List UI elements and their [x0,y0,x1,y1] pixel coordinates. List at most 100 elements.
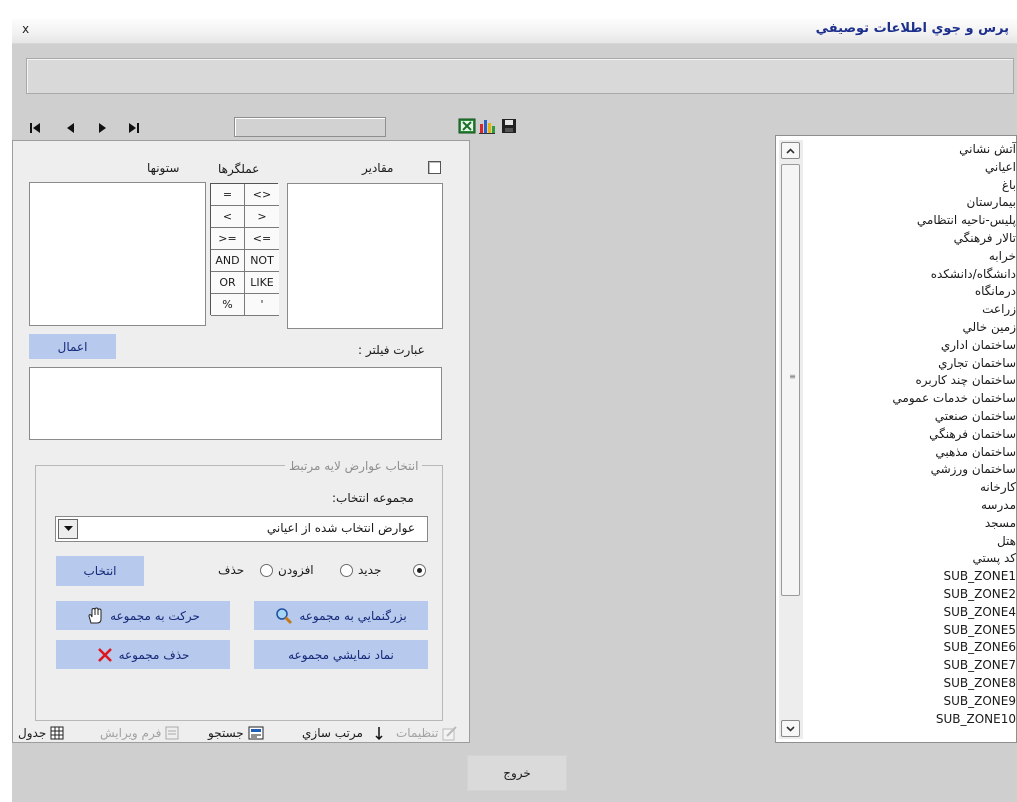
list-item[interactable]: ساختمان فرهنگي [811,426,1016,444]
close-button[interactable]: x [22,22,29,36]
values-checkbox[interactable] [428,161,441,174]
list-item[interactable]: کد پستي [811,550,1017,568]
first-icon [30,123,40,133]
list-item[interactable]: کارخانه [811,479,1016,497]
tab-sort[interactable]: AZ مرتب سازي [302,723,383,743]
operator-not[interactable]: NOT [245,250,279,272]
hand-icon [88,606,102,623]
list-item[interactable]: ساختمان اداري [811,337,1016,355]
tab-table-label: جدول [18,726,47,740]
list-item[interactable]: SUB_ZONE4 [811,604,1017,622]
operator-not-equal[interactable]: <> [245,184,279,206]
list-item[interactable]: درمانگاه [811,283,1016,301]
tab-settings-label: تنظيمات [396,726,439,740]
layer-list-scrollbar[interactable]: ≡ [779,140,803,739]
list-item[interactable]: دانشگاه/دانشکده [811,266,1016,284]
list-item[interactable]: ساختمان مذهبي [811,444,1016,462]
chevron-down-icon [786,725,795,732]
next-icon [99,123,106,133]
operator-equal[interactable]: = [211,184,245,206]
delete-set-button[interactable]: حذف مجموعه [56,640,230,669]
excel-export-button[interactable] [458,117,476,135]
list-item[interactable]: SUB_ZONE2 [811,586,1017,604]
radio-remove[interactable] [260,564,273,577]
tab-settings[interactable]: تنظيمات [396,723,458,743]
columns-list[interactable] [29,182,206,326]
operator-quote[interactable]: ' [245,294,279,316]
operator-less-equal[interactable]: <= [245,228,279,250]
radio-new[interactable] [413,564,426,577]
list-item[interactable]: تالار فرهنگي [811,230,1016,248]
tab-search[interactable]: جستجو [208,723,264,743]
list-item[interactable]: ساختمان صنعتي [811,408,1016,426]
list-item[interactable]: ساختمان خدمات عمومي [811,390,1016,408]
tab-table[interactable]: جدول [18,723,64,743]
message-bar [26,58,1014,94]
set-symbol-button[interactable]: نماد نمايشي مجموعه [254,640,428,669]
list-item[interactable]: SUB_ZONE9 [811,693,1017,711]
operator-and[interactable]: AND [211,250,245,272]
list-item[interactable]: اعياني [811,159,1016,177]
operator-less[interactable]: < [211,206,245,228]
exit-button[interactable]: خروج [467,755,567,791]
list-item[interactable]: SUB_ZONE8 [811,675,1017,693]
list-item[interactable]: باغ [811,177,1016,195]
scroll-thumb[interactable]: ≡ [781,164,800,596]
list-item[interactable]: پليس-ناحيه انتظامي [811,212,1016,230]
title-bar: x پرس و جوي اطلاعات توصيفي [12,18,1017,44]
select-button[interactable]: انتخاب [56,556,144,586]
next-record-button[interactable] [95,121,109,135]
zoom-to-set-label: بزرگنمايي به مجموعه [299,608,407,623]
sort-icon: AZ [367,726,383,741]
list-item[interactable]: SUB_ZONE6 [811,639,1017,657]
scroll-down-button[interactable] [781,720,800,737]
list-item[interactable]: آتش نشاني [811,141,1016,159]
last-record-button[interactable] [127,121,141,135]
apply-button[interactable]: اعمال [29,334,116,359]
list-item[interactable]: بيمارستان [811,194,1017,212]
radio-remove-label: حذف [218,563,245,577]
first-record-button[interactable] [28,121,42,135]
chart-button[interactable] [478,117,496,135]
filter-label: عبارت فيلتر : [358,343,425,357]
operator-greater-equal[interactable]: >= [211,228,245,250]
list-item[interactable]: SUB_ZONE1 [811,568,1017,586]
save-button[interactable] [500,117,518,135]
pan-to-set-button[interactable]: حرکت به مجموعه [56,601,230,630]
dropdown-arrow-icon[interactable] [58,519,78,539]
list-item[interactable]: مدرسه [811,497,1016,515]
tab-form-edit[interactable]: فرم ويرايش [100,723,179,743]
list-item[interactable]: زمين خالي [811,319,1016,337]
values-list[interactable] [287,183,443,329]
selection-set-dropdown[interactable]: عوارض انتخاب شده از اعياني [55,516,428,542]
list-item[interactable]: SUB_ZONE7 [811,657,1017,675]
zoom-to-set-button[interactable]: بزرگنمايي به مجموعه [254,601,428,630]
last-icon [129,123,139,133]
operator-like[interactable]: LIKE [245,272,279,294]
list-item[interactable]: ساختمان تجاري [811,355,1016,373]
filter-expression-input[interactable] [29,367,442,440]
list-item[interactable]: ساختمان ورزشي [811,461,1016,479]
operators-grid: = <> < > >= <= AND NOT OR LIKE % ' [210,183,279,316]
selection-group-title: انتخاب عوارض لايه مرتبط [285,459,423,473]
list-item[interactable]: SUB_ZONE5 [811,622,1017,640]
list-item[interactable]: خرابه [811,248,1016,266]
list-item[interactable]: مسجد [811,515,1016,533]
list-item[interactable]: هتل [811,533,1016,551]
operator-or[interactable]: OR [211,272,245,294]
list-item[interactable]: SUB_ZONE10 [811,711,1016,729]
pan-to-set-label: حرکت به مجموعه [110,608,200,623]
previous-record-button[interactable] [64,121,78,135]
scroll-up-button[interactable] [781,142,800,159]
delete-set-label: حذف مجموعه [118,647,190,662]
operator-greater[interactable]: > [245,206,279,228]
tab-form-edit-label: فرم ويرايش [100,726,162,740]
operator-percent[interactable]: % [211,294,245,316]
list-item[interactable]: زراعت [811,301,1016,319]
radio-add-label: افزودن [278,563,314,577]
chart-icon [479,120,495,134]
radio-new-label: جديد [358,563,382,577]
list-item[interactable]: ساختمان چند کاربره [811,372,1016,390]
layer-list[interactable]: آتش نشاني اعياني باغ بيمارستان پليس-ناحي… [775,135,1017,743]
radio-add[interactable] [340,564,353,577]
